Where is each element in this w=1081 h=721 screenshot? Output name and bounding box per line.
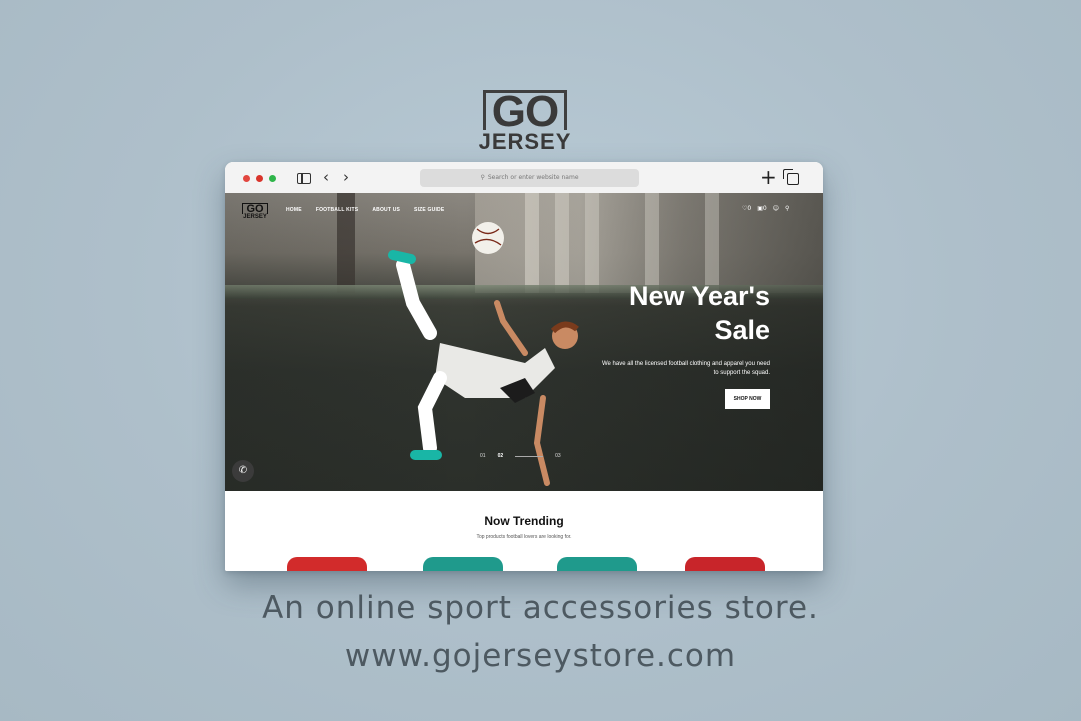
hero-banner: GO JERSEY HOME FOOTBALL KITS ABOUT US SI…	[225, 193, 823, 491]
hero-title-line1: New Year's	[628, 281, 770, 311]
hero-subtitle: We have all the licensed football clothi…	[580, 360, 770, 378]
caption-url: www.gojerseystore.com	[344, 638, 737, 674]
product-shirt-teal[interactable]	[557, 557, 637, 571]
browser-window: ‹ › ⚲ Search or enter website name + GO …	[225, 162, 823, 571]
hero-subtitle-line1: We have all the licensed football clothi…	[601, 361, 770, 367]
shop-now-button[interactable]: SHOP NOW	[725, 389, 770, 409]
tabs-icon[interactable]	[783, 169, 799, 185]
back-icon[interactable]: ‹	[323, 170, 329, 185]
new-tab-icon[interactable]: +	[760, 166, 777, 188]
hero-subtitle-line2: to support the squad.	[713, 370, 770, 376]
hero-title: New Year's Sale	[590, 279, 770, 347]
player-lower-leg	[417, 371, 447, 455]
trending-title: Now Trending	[484, 514, 564, 528]
brand-logo: GO JERSEY	[470, 88, 580, 156]
site-logo[interactable]: GO JERSEY	[242, 203, 268, 221]
trending-section: Now Trending Top products football lover…	[225, 491, 823, 571]
site-logo-jersey: JERSEY	[243, 214, 267, 220]
cart-button[interactable]: ▣0	[757, 205, 767, 212]
forward-icon[interactable]: ›	[343, 170, 349, 185]
product-shirt-teal[interactable]	[423, 557, 503, 571]
close-window-button[interactable]	[243, 175, 250, 182]
player-torso	[435, 343, 555, 398]
account-icon[interactable]: ☺	[773, 205, 779, 212]
whatsapp-button[interactable]: ✆	[232, 460, 254, 482]
slide-indicator: 01 02 03	[480, 453, 561, 459]
player-raised-leg	[396, 258, 437, 340]
nav-size-guide[interactable]: SIZE GUIDE	[414, 207, 444, 213]
whatsapp-icon: ✆	[238, 465, 248, 476]
nav-about-us[interactable]: ABOUT US	[372, 207, 400, 213]
minimize-window-button[interactable]	[256, 175, 263, 182]
brand-logo-go: GO	[491, 87, 559, 136]
nav-football-kits[interactable]: FOOTBALL KITS	[316, 207, 359, 213]
brand-logo-box: GO	[482, 90, 568, 134]
sidebar-icon[interactable]	[297, 173, 311, 184]
nav-actions: ♡0 ▣0 ☺ ⚲	[742, 205, 789, 212]
address-placeholder: Search or enter website name	[487, 174, 579, 181]
slide-progress-line	[515, 455, 544, 457]
caption-tagline: An online sport accessories store.	[262, 590, 819, 626]
trending-subtitle: Top products football lovers are looking…	[476, 534, 572, 540]
slide-01[interactable]: 01	[480, 453, 486, 459]
browser-toolbar: ‹ › ⚲ Search or enter website name +	[225, 162, 823, 194]
slide-03[interactable]: 03	[555, 453, 561, 459]
product-shirt-red[interactable]	[287, 557, 367, 571]
player-arm-down	[533, 395, 550, 486]
site-nav: HOME FOOTBALL KITS ABOUT US SIZE GUIDE	[286, 207, 444, 213]
product-shirt-red[interactable]	[685, 557, 765, 571]
search-icon[interactable]: ⚲	[785, 205, 789, 212]
nav-home[interactable]: HOME	[286, 207, 302, 213]
maximize-window-button[interactable]	[269, 175, 276, 182]
address-bar[interactable]: ⚲ Search or enter website name	[420, 169, 639, 187]
hero-title-line2: Sale	[714, 315, 770, 345]
search-icon: ⚲	[480, 174, 485, 181]
wishlist-button[interactable]: ♡0	[742, 205, 751, 212]
wishlist-count: 0	[747, 205, 752, 212]
site-logo-go: GO	[242, 203, 268, 215]
slide-02[interactable]: 02	[498, 453, 504, 459]
player-raised-boot	[388, 250, 416, 264]
cart-count: 0	[762, 205, 767, 212]
football-ball	[472, 222, 504, 254]
player-arm-up	[494, 300, 528, 356]
